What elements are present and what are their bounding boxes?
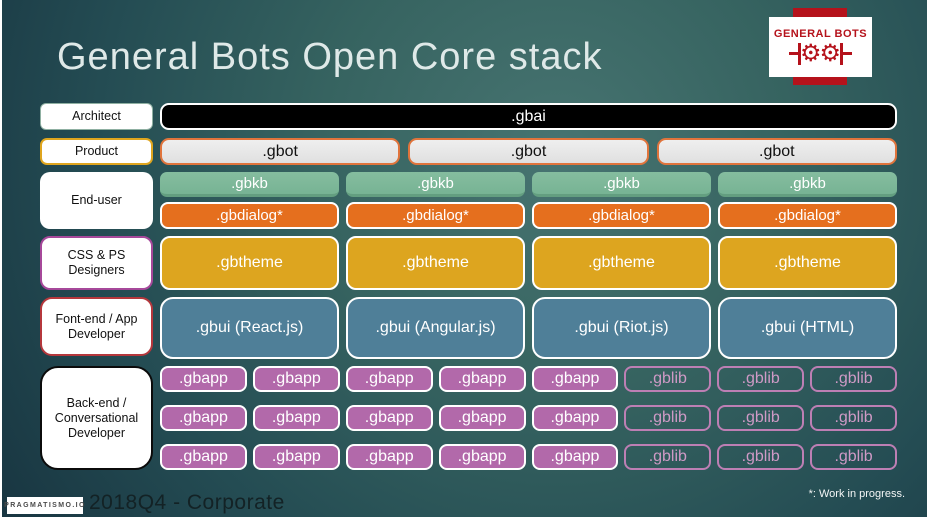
gbapp-chip: .gbapp [345, 405, 433, 431]
gbtheme-bar: .gbtheme [160, 236, 339, 290]
gbapp-chip: .gbapp [531, 444, 619, 470]
gbapp-chip: .gbapp [252, 444, 340, 470]
gbtheme-bar: .gbtheme [346, 236, 525, 290]
gbai-bar: .gbai [160, 103, 897, 130]
gbapp-chip: .gbapp [438, 405, 526, 431]
gbtheme-bar: .gbtheme [718, 236, 897, 290]
gbui-react-bar: .gbui (React.js) [160, 297, 339, 359]
gbapp-chip: .gbapp [252, 405, 340, 431]
gbot-row: .gbot .gbot .gbot [160, 138, 897, 165]
gbai-row: .gbai [160, 103, 897, 130]
gbkb-bar: .gbkb [346, 172, 525, 197]
row-label-product: Product [40, 138, 153, 165]
gbapp-chip: .gbapp [345, 444, 433, 470]
gbapp-chip: .gbapp [345, 366, 433, 392]
row-label-css-ps-designers: CSS & PS Designers [40, 236, 153, 290]
gbui-html-bar: .gbui (HTML) [718, 297, 897, 359]
logo-wordmark: GENERAL BOTS [773, 27, 868, 40]
gbot-bar: .gbot [408, 138, 649, 165]
row-label-frontend-app-developer: Font-end / App Developer [40, 297, 153, 356]
gbapp-chip: .gbapp [160, 444, 247, 470]
gears-icon: ⚙ ⚙ [788, 39, 853, 67]
gear-icon: ⚙ [819, 39, 842, 67]
gblib-chip: .gblib [624, 444, 712, 470]
gbkb-bar: .gbkb [160, 172, 339, 197]
gbdialog-bar: .gbdialog* [346, 202, 525, 229]
gbui-angular-bar: .gbui (Angular.js) [346, 297, 525, 359]
gbkb-row: .gbkb .gbkb .gbkb .gbkb [160, 172, 897, 197]
gbapp-chip: .gbapp [438, 366, 526, 392]
gblib-chip: .gblib [717, 366, 805, 392]
gbapp-chip: .gbapp [531, 366, 619, 392]
slide-left-edge [0, 0, 2, 517]
gbui-row: .gbui (React.js) .gbui (Angular.js) .gbu… [160, 297, 897, 359]
gbdialog-row: .gbdialog* .gbdialog* .gbdialog* .gbdial… [160, 202, 897, 229]
gbapp-chip: .gbapp [531, 405, 619, 431]
gblib-chip: .gblib [624, 405, 712, 431]
backend-row-2: .gbapp .gbapp .gbapp .gbapp .gbapp .gbli… [160, 405, 897, 431]
row-label-backend-conversational-developer: Back-end / Conversational Developer [40, 366, 153, 470]
gbapp-chip: .gbapp [160, 366, 247, 392]
gbkb-bar: .gbkb [532, 172, 711, 197]
gblib-chip: .gblib [810, 366, 897, 392]
gblib-chip: .gblib [624, 366, 712, 392]
general-bots-logo: GENERAL BOTS ⚙ ⚙ [769, 17, 872, 77]
gbot-bar: .gbot [160, 138, 401, 165]
gblib-chip: .gblib [717, 405, 805, 431]
pragmatismo-logo: PRAGMATISMO.IO [4, 497, 84, 514]
footer-version-text: 2018Q4 - Corporate [89, 491, 285, 514]
gblib-chip: .gblib [810, 405, 897, 431]
gear-icon: ⚙ [799, 39, 822, 67]
gbdialog-bar: .gbdialog* [718, 202, 897, 229]
work-in-progress-note: *: Work in progress. [808, 488, 905, 500]
row-label-end-user: End-user [40, 172, 153, 229]
gear-line-left-icon [788, 52, 798, 55]
backend-row-3: .gbapp .gbapp .gbapp .gbapp .gbapp .gbli… [160, 444, 897, 470]
gbot-bar: .gbot [656, 138, 897, 165]
row-label-architect: Architect [40, 103, 153, 130]
gbui-riot-bar: .gbui (Riot.js) [532, 297, 711, 359]
gear-line-right-icon [843, 52, 853, 55]
gbapp-chip: .gbapp [252, 366, 340, 392]
slide-title: General Bots Open Core stack [57, 36, 603, 78]
gbkb-bar: .gbkb [718, 172, 897, 197]
gbapp-chip: .gbapp [160, 405, 247, 431]
gblib-chip: .gblib [810, 444, 897, 470]
gbapp-chip: .gbapp [438, 444, 526, 470]
gbdialog-bar: .gbdialog* [160, 202, 339, 229]
gblib-chip: .gblib [717, 444, 805, 470]
gbtheme-row: .gbtheme .gbtheme .gbtheme .gbtheme [160, 236, 897, 290]
gbtheme-bar: .gbtheme [532, 236, 711, 290]
backend-row-1: .gbapp .gbapp .gbapp .gbapp .gbapp .gbli… [160, 366, 897, 392]
gbdialog-bar: .gbdialog* [532, 202, 711, 229]
